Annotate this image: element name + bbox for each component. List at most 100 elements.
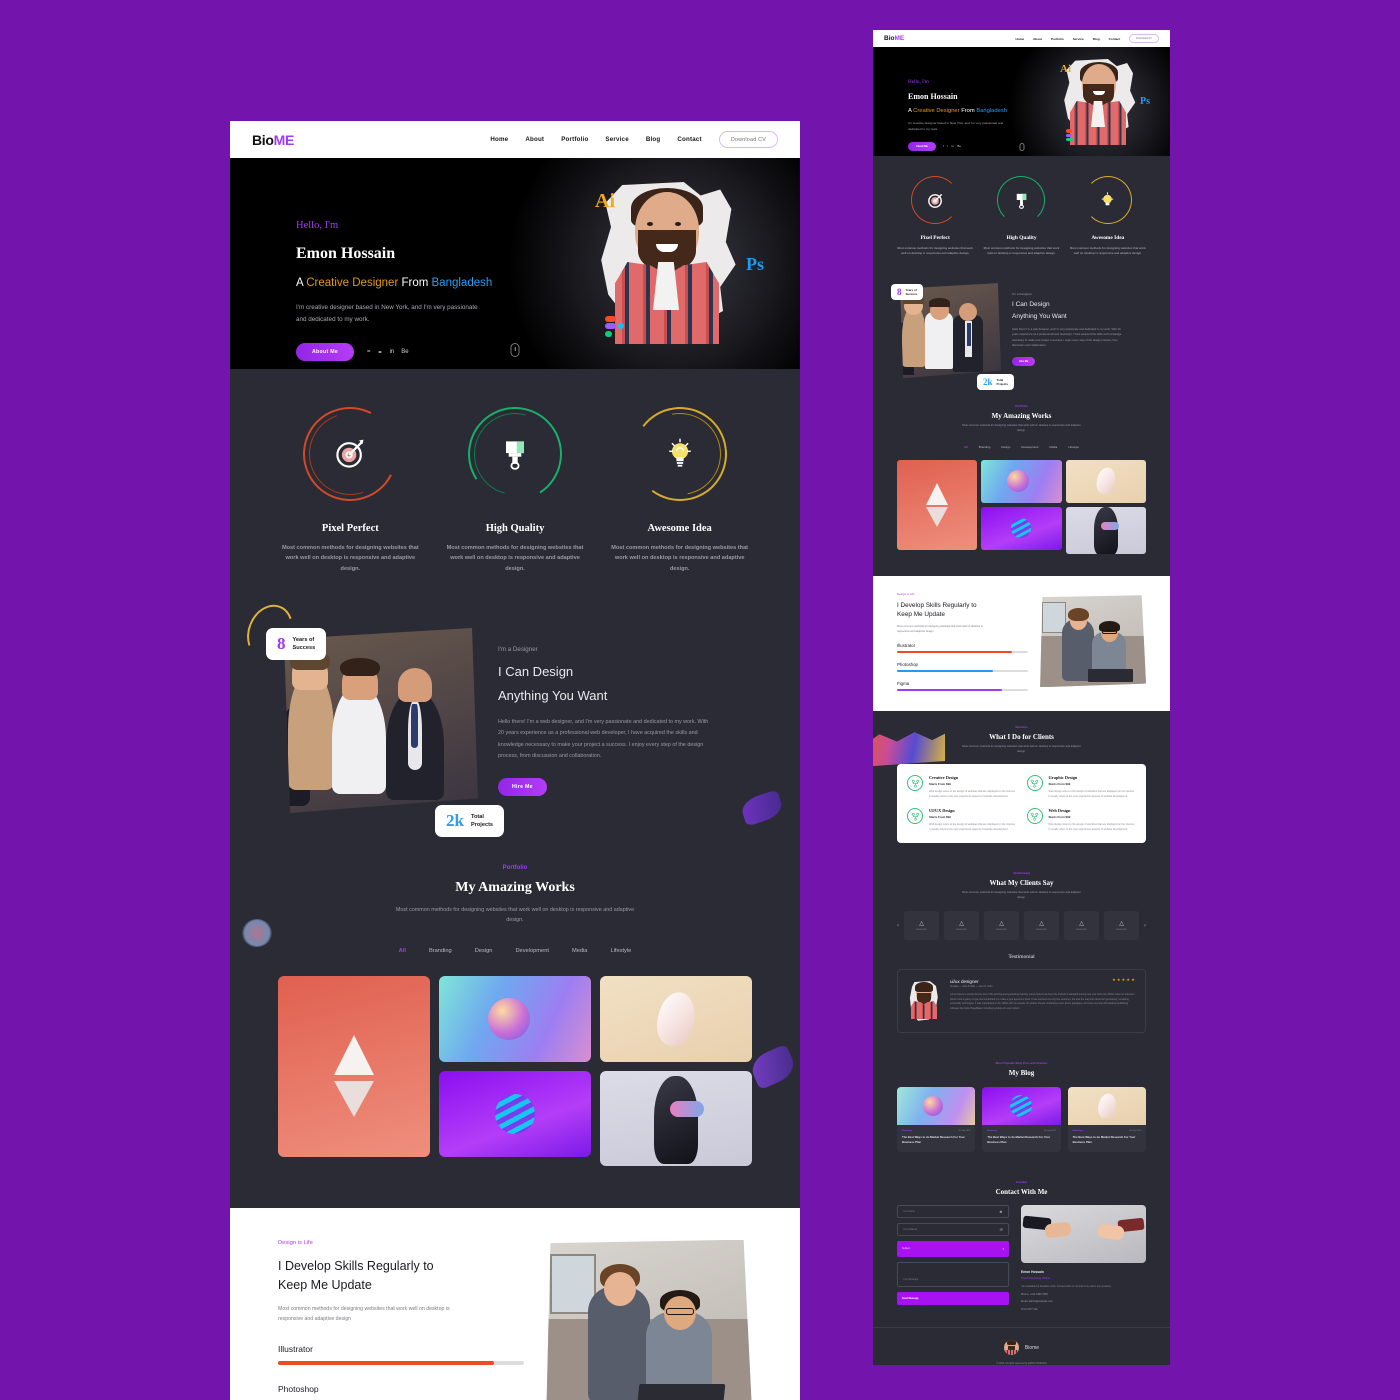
client-logo[interactable]: △ DESIGN bbox=[984, 911, 1019, 941]
portfolio-item-ethereum-crystal[interactable] bbox=[278, 975, 430, 1157]
thumb-about-me-button[interactable]: About Me bbox=[908, 141, 936, 151]
service-item-web-design[interactable]: Web Design Starts From $99 Web design refe… bbox=[1026, 808, 1137, 832]
service-item-creative-design[interactable]: Creative Design Starts From $99 Web design… bbox=[907, 775, 1017, 799]
thumb-about-designer-section: 8 Years of Success 2k Total Projects I'm a… bbox=[873, 277, 1170, 403]
nav-item-contact[interactable]: Contact bbox=[677, 136, 701, 143]
blog-post-card[interactable]: Marketing 20 July 2023 The Best Ways to d… bbox=[982, 1087, 1061, 1152]
skill-bar-illustrator: Illustrator bbox=[278, 1344, 524, 1365]
hire-me-button[interactable]: Hire Me bbox=[498, 778, 547, 797]
thumb-scroll-indicator[interactable] bbox=[1019, 143, 1024, 151]
contact-phone[interactable]: Phone: +012 3456 7890 bbox=[1021, 1293, 1146, 1296]
thumb-lightbulb-icon bbox=[1083, 176, 1132, 224]
thumb-nav-contact[interactable]: Contact bbox=[1109, 37, 1121, 41]
photoshop-badge-icon: Ps bbox=[746, 254, 764, 274]
footer-brand-name: Biome bbox=[1024, 1344, 1040, 1351]
facebook-icon[interactable]: = bbox=[367, 349, 371, 355]
skill-track bbox=[278, 1361, 524, 1365]
portfolio-item-floral-bust[interactable] bbox=[600, 1070, 752, 1166]
scroll-down-indicator[interactable] bbox=[510, 343, 520, 357]
feature-text: Most common methods for designing websit… bbox=[281, 545, 419, 572]
send-message-button[interactable]: Send Message bbox=[897, 1291, 1009, 1305]
portfolio-filter-branding[interactable]: Branding bbox=[429, 948, 452, 954]
thumb-nav-home[interactable]: Home bbox=[1015, 37, 1024, 41]
thumb-facebook-icon[interactable]: f bbox=[943, 144, 944, 148]
blog-post-card[interactable]: Marketing 20 July 2023 The Best Ways to d… bbox=[897, 1087, 976, 1152]
name-field[interactable]: Your Name ☻ bbox=[897, 1204, 1009, 1218]
hero-cta-row: About Me = ⚭ in Be bbox=[296, 343, 492, 362]
portfolio-item-striped-orb[interactable] bbox=[439, 1070, 591, 1157]
nav-item-service[interactable]: Service bbox=[605, 136, 628, 143]
thumb-download-cv-button[interactable]: Download CV bbox=[1129, 34, 1159, 43]
client-logo[interactable]: △ DESIGN bbox=[944, 911, 979, 941]
client-logo[interactable]: △ DESIGN bbox=[1104, 911, 1139, 941]
portfolio-item-ceramic-vase[interactable] bbox=[600, 975, 752, 1062]
handshake-photo bbox=[1021, 1204, 1146, 1263]
thumb-portfolio-item-4[interactable] bbox=[981, 506, 1062, 550]
thumb-hire-me-button[interactable]: Hire Me bbox=[1012, 356, 1036, 366]
thumb-nav-about[interactable]: About bbox=[1033, 37, 1042, 41]
hero-social-links: = ⚭ in Be bbox=[367, 349, 409, 356]
nav-item-portfolio[interactable]: Portfolio bbox=[561, 136, 588, 143]
thumb-twitter-icon[interactable]: t bbox=[947, 144, 948, 148]
figma-badge-icon bbox=[605, 315, 624, 339]
download-cv-button[interactable]: Download CV bbox=[718, 131, 778, 148]
linkedin-icon[interactable]: in bbox=[390, 349, 395, 355]
designer-paragraph: Hello there! I'm a web designer, and I'm… bbox=[498, 719, 709, 760]
thumb-nav-blog[interactable]: Blog bbox=[1093, 37, 1100, 41]
site-logo[interactable]: BioME bbox=[252, 132, 294, 148]
subject-select[interactable]: Subject ▾ bbox=[897, 1240, 1009, 1257]
thumb-site-header: BioME Home About Portfolio Service Blog … bbox=[873, 30, 1170, 47]
portfolio-filter-design[interactable]: Design bbox=[475, 948, 493, 954]
blog-post-card[interactable]: Marketing 20 July 2023 The Best Ways to d… bbox=[1067, 1087, 1146, 1152]
service-item-graphic-design[interactable]: Graphic Design Starts From $99 Web design … bbox=[1026, 775, 1137, 799]
thumb-portfolio-item-5[interactable] bbox=[1065, 506, 1146, 554]
thumb-navigation: Home About Portfolio Service Blog Contac… bbox=[1015, 34, 1159, 43]
feature-text: Most common methods for designing websit… bbox=[611, 545, 749, 572]
carousel-prev-arrow[interactable]: ‹ bbox=[897, 923, 899, 929]
thumb-skills-section: Design is Life I Develop Skills Regularl… bbox=[873, 575, 1170, 711]
thumb-portfolio-item-1[interactable] bbox=[897, 459, 978, 550]
thumb-nav-service[interactable]: Service bbox=[1073, 37, 1084, 41]
behance-icon[interactable]: Be bbox=[401, 349, 408, 355]
client-logo[interactable]: △ DESIGN bbox=[904, 911, 939, 941]
email-field[interactable]: Your Address ✉ bbox=[897, 1222, 1009, 1236]
nav-item-home[interactable]: Home bbox=[490, 136, 508, 143]
full-page-thumbnail: BioME Home About Portfolio Service Blog … bbox=[873, 28, 1170, 1365]
thumb-behance-icon[interactable]: Be bbox=[957, 144, 961, 148]
skills-eyebrow: Design is Life bbox=[278, 1239, 313, 1246]
contact-email[interactable]: Email: admin@example.com bbox=[1021, 1300, 1146, 1303]
client-logo[interactable]: △ DESIGN bbox=[1064, 911, 1099, 941]
service-item-uiux-design[interactable]: UI/UX Design Starts From $99 Web design re… bbox=[907, 808, 1017, 832]
designer-title-line1: I Can Design bbox=[498, 664, 574, 680]
portfolio-filter-development[interactable]: Development bbox=[515, 948, 549, 954]
design-tool-icon bbox=[1026, 808, 1043, 825]
nav-item-about[interactable]: About bbox=[525, 136, 544, 143]
thumb-portfolio-filters: All Branding Design Development Media Li… bbox=[964, 444, 1079, 449]
message-field[interactable]: Your Message bbox=[897, 1261, 1009, 1287]
thumb-logo[interactable]: BioME bbox=[884, 35, 904, 42]
nav-item-blog[interactable]: Blog bbox=[646, 136, 661, 143]
thumb-linkedin-icon[interactable]: in bbox=[952, 144, 954, 148]
portfolio-title: My Amazing Works bbox=[455, 880, 575, 896]
portfolio-item-gradient-sphere[interactable] bbox=[439, 975, 591, 1062]
client-logo[interactable]: △ DESIGN bbox=[1024, 911, 1059, 941]
thumb-skill-illustrator: Illustrator bbox=[897, 643, 1028, 654]
portfolio-filter-lifestyle[interactable]: Lifestyle bbox=[610, 948, 631, 954]
illustrator-badge-icon: Ai bbox=[595, 190, 615, 212]
portfolio-filter-media[interactable]: Media bbox=[572, 948, 588, 954]
thumb-portfolio-item-3[interactable] bbox=[1065, 459, 1146, 503]
skill-name: Photoshop bbox=[278, 1383, 319, 1394]
hero-role-mid: From bbox=[398, 277, 432, 289]
carousel-next-arrow[interactable]: › bbox=[1144, 923, 1146, 929]
skills-description: Most common methods for designing websit… bbox=[278, 1306, 450, 1323]
testimonial-avatar bbox=[907, 979, 941, 1023]
hero-role-highlight: Creative Designer bbox=[306, 277, 399, 289]
thumb-portfolio-item-2[interactable] bbox=[981, 459, 1062, 503]
thumb-nav-portfolio[interactable]: Portfolio bbox=[1051, 37, 1064, 41]
portfolio-filter-all[interactable]: All bbox=[399, 948, 406, 954]
years-number: 8 bbox=[277, 634, 286, 654]
hero-description: I'm creative designer based in New York,… bbox=[296, 304, 478, 323]
twitter-icon[interactable]: ⚭ bbox=[378, 349, 383, 356]
about-me-button[interactable]: About Me bbox=[296, 343, 355, 362]
thumb-portfolio-section: Portfolio My Amazing Works Most common m… bbox=[873, 402, 1170, 576]
